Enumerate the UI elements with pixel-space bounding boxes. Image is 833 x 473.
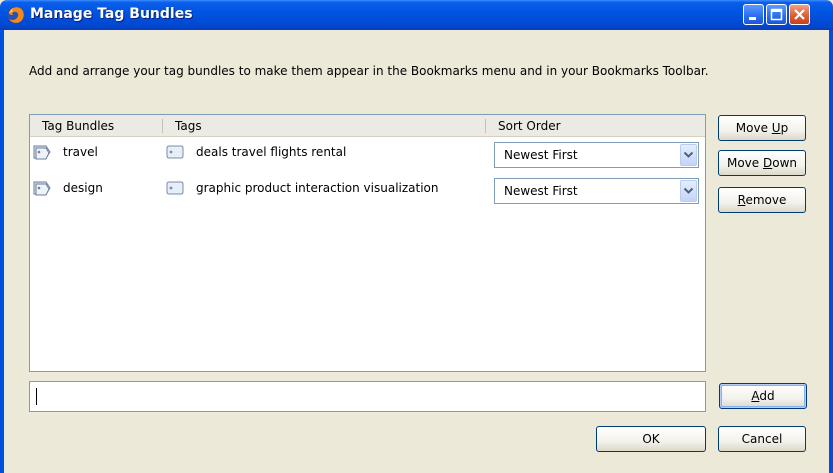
column-header-tag-bundles[interactable]: Tag Bundles <box>30 115 163 137</box>
maximize-button[interactable] <box>766 4 787 25</box>
column-header-sort-order[interactable]: Sort Order <box>486 115 705 137</box>
column-header-tags[interactable]: Tags <box>163 115 486 137</box>
tag-bundles-list[interactable]: Tag Bundles Tags Sort Order travel deals… <box>29 114 706 372</box>
bundle-name: design <box>63 181 103 195</box>
chevron-down-icon <box>683 151 694 158</box>
button-label: Move <box>735 121 772 135</box>
close-button[interactable] <box>789 4 810 25</box>
access-key: D <box>762 156 773 170</box>
text-caret <box>36 388 37 405</box>
move-down-button[interactable]: Move Down <box>718 150 806 176</box>
sort-order-select[interactable]: Newest First <box>494 178 699 204</box>
window-frame-left <box>0 30 4 473</box>
tag-bundle-icon <box>33 145 51 160</box>
firefox-icon <box>7 6 25 24</box>
move-up-button[interactable]: Move Up <box>718 115 806 141</box>
tag-icon <box>166 181 184 195</box>
button-label: emove <box>745 193 787 207</box>
sort-order-select[interactable]: Newest First <box>494 142 699 168</box>
close-icon <box>794 9 805 20</box>
sort-order-value: Newest First <box>504 184 578 198</box>
instructions-text: Add and arrange your tag bundles to make… <box>29 64 709 78</box>
dropdown-button[interactable] <box>680 144 697 166</box>
access-key: U <box>771 121 781 135</box>
ok-button[interactable]: OK <box>596 426 706 452</box>
sort-order-value: Newest First <box>504 148 578 162</box>
bundle-tags: deals travel flights rental <box>196 145 347 159</box>
button-label: own <box>772 156 797 170</box>
tag-bundle-icon <box>33 181 51 196</box>
list-item[interactable]: design graphic product interaction visua… <box>30 176 705 210</box>
button-label: p <box>780 121 789 135</box>
button-label: dd <box>759 389 775 403</box>
title-bar[interactable]: Manage Tag Bundles <box>0 0 833 30</box>
bundle-name: travel <box>63 145 98 159</box>
maximize-icon <box>770 8 783 21</box>
new-bundle-input[interactable] <box>29 381 706 412</box>
add-button[interactable]: Add <box>719 383 807 409</box>
minimize-icon <box>749 17 756 20</box>
minimize-button[interactable] <box>743 4 764 25</box>
chevron-down-icon <box>683 187 694 194</box>
window-title: Manage Tag Bundles <box>30 6 193 22</box>
window-frame-right <box>829 30 833 473</box>
tag-icon <box>166 145 184 159</box>
button-label: Move <box>726 156 763 170</box>
bundle-tags: graphic product interaction visualizatio… <box>196 181 439 195</box>
remove-button[interactable]: Remove <box>718 187 806 213</box>
list-item[interactable]: travel deals travel flights rental Newes… <box>30 140 705 174</box>
dropdown-button[interactable] <box>680 180 697 202</box>
cancel-button[interactable]: Cancel <box>718 426 806 452</box>
